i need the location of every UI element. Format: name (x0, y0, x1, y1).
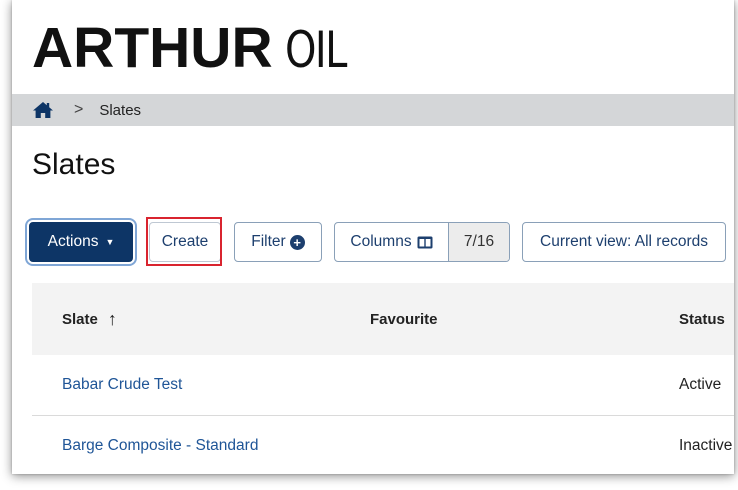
table-header: Slate ↑ Favourite Status (32, 283, 734, 355)
plus-circle-icon: + (289, 234, 305, 250)
logo-bold-text: ARTHUR (32, 16, 273, 80)
slate-link[interactable]: Babar Crude Test (62, 376, 679, 394)
table-row: Barge Composite - Standard Inactive (32, 416, 734, 474)
columns-button[interactable]: Columns 7/16 (334, 222, 510, 262)
logo-light-text: OIL (284, 21, 347, 79)
caret-down-icon: ▼ (105, 237, 115, 247)
actions-button[interactable]: Actions ▼ (29, 222, 133, 262)
status-value: Active (679, 376, 722, 393)
columns-label: Columns (350, 233, 412, 250)
create-button[interactable]: Create (149, 222, 221, 262)
slate-header-label: Slate (62, 310, 98, 328)
arrow-up-icon: ↑ (107, 308, 117, 329)
column-header-status[interactable]: Status (679, 311, 725, 328)
columns-count: 7/16 (449, 223, 509, 261)
table-row: Babar Crude Test Active (32, 355, 734, 416)
filter-label: Filter (251, 233, 286, 250)
page-title: Slates (32, 148, 116, 181)
home-icon[interactable] (32, 101, 54, 119)
actions-label: Actions (47, 233, 99, 250)
slates-table: Slate ↑ Favourite Status Babar Crude Tes… (32, 283, 734, 474)
current-view-button[interactable]: Current view: All records (522, 222, 726, 262)
columns-icon (417, 236, 433, 249)
column-header-slate[interactable]: Slate ↑ (62, 309, 370, 330)
arthur-oil-logo[interactable]: ARTHUR OIL (32, 16, 361, 80)
breadcrumb: > Slates (12, 94, 734, 126)
status-value: Inactive (679, 437, 733, 454)
app-window: ARTHUR OIL > Slates Slates Actions ▼ Cre… (12, 0, 734, 474)
create-label: Create (161, 233, 209, 250)
filter-button[interactable]: Filter + (234, 222, 322, 262)
breadcrumb-current: Slates (99, 101, 142, 119)
current-view-label: Current view: All records (540, 233, 708, 250)
chevron-right-icon: > (74, 101, 84, 118)
columns-label-area[interactable]: Columns (335, 223, 449, 261)
column-header-favourite[interactable]: Favourite (370, 311, 679, 328)
slate-link[interactable]: Barge Composite - Standard (62, 437, 679, 455)
